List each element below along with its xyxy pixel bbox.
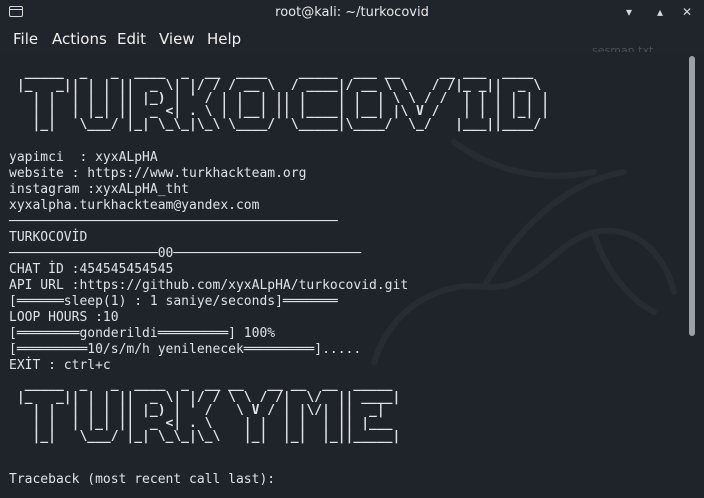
maximize-icon[interactable]: ▴ — [652, 4, 668, 20]
author-line: yapimci : xyxALpHA — [9, 150, 158, 165]
scrollbar-thumb[interactable] — [689, 56, 695, 336]
website-line: website : https://www.turkhackteam.org — [9, 166, 307, 181]
traceback-line: Traceback (most recent call last): — [9, 472, 276, 487]
email-line: xyxalpha.turkhackteam@yandex.com — [9, 198, 260, 213]
instagram-line: instagram :xyxALpHA_tht — [9, 182, 190, 197]
exit-line: EXİT : ctrl+c — [9, 358, 111, 373]
sent-progress-line: [════════gonderildi═════════] 100% — [9, 326, 276, 341]
window-title: root@kali: ~/turkocovid — [275, 5, 429, 20]
turkocovid-banner: _____ _ _ ____ _ __ ____ _____ ___ __ __… — [16, 65, 550, 132]
tool-name-line: TURKOCOVİD — [9, 230, 88, 245]
chat-id-line: CHAT İD :454545454545 — [9, 262, 174, 277]
close-icon[interactable]: ✕ — [679, 4, 695, 20]
menu-view[interactable]: View — [159, 30, 195, 48]
sleep-line: [══════sleep(1) : 1 saniye/seconds]═════… — [9, 294, 338, 309]
menu-help[interactable]: Help — [207, 30, 241, 48]
turkiye-banner: _____ _ _ ____ _ __ __ __ __ __ _____ |_… — [16, 377, 401, 444]
refresh-line: [═════════10/s/m/h yenilenecek═════════]… — [9, 342, 362, 357]
menu-edit[interactable]: Edit — [117, 30, 146, 48]
title-bar[interactable]: root@kali: ~/turkocovid ▾ ▴ ✕ — [0, 0, 704, 26]
terminal-window: root@kali: ~/turkocovid ▾ ▴ ✕ File Actio… — [0, 0, 704, 498]
loop-hours-line: LOOP HOURS :10 — [9, 310, 119, 325]
kali-dragon-watermark — [371, 139, 677, 365]
separator-line: ────────────────────────────────────────… — [9, 214, 338, 229]
terminal-output[interactable]: _____ _ _ ____ _ __ ____ _____ ___ __ __… — [0, 52, 684, 498]
menu-actions[interactable]: Actions — [52, 30, 107, 48]
scrollbar[interactable] — [684, 52, 704, 498]
minimize-icon[interactable]: ▾ — [621, 4, 637, 20]
divider-line: ───────────────────00───────────────────… — [9, 246, 362, 261]
menu-file[interactable]: File — [13, 30, 38, 48]
api-url-line: API URL :https://github.com/xyxALpHA/tur… — [9, 278, 409, 293]
